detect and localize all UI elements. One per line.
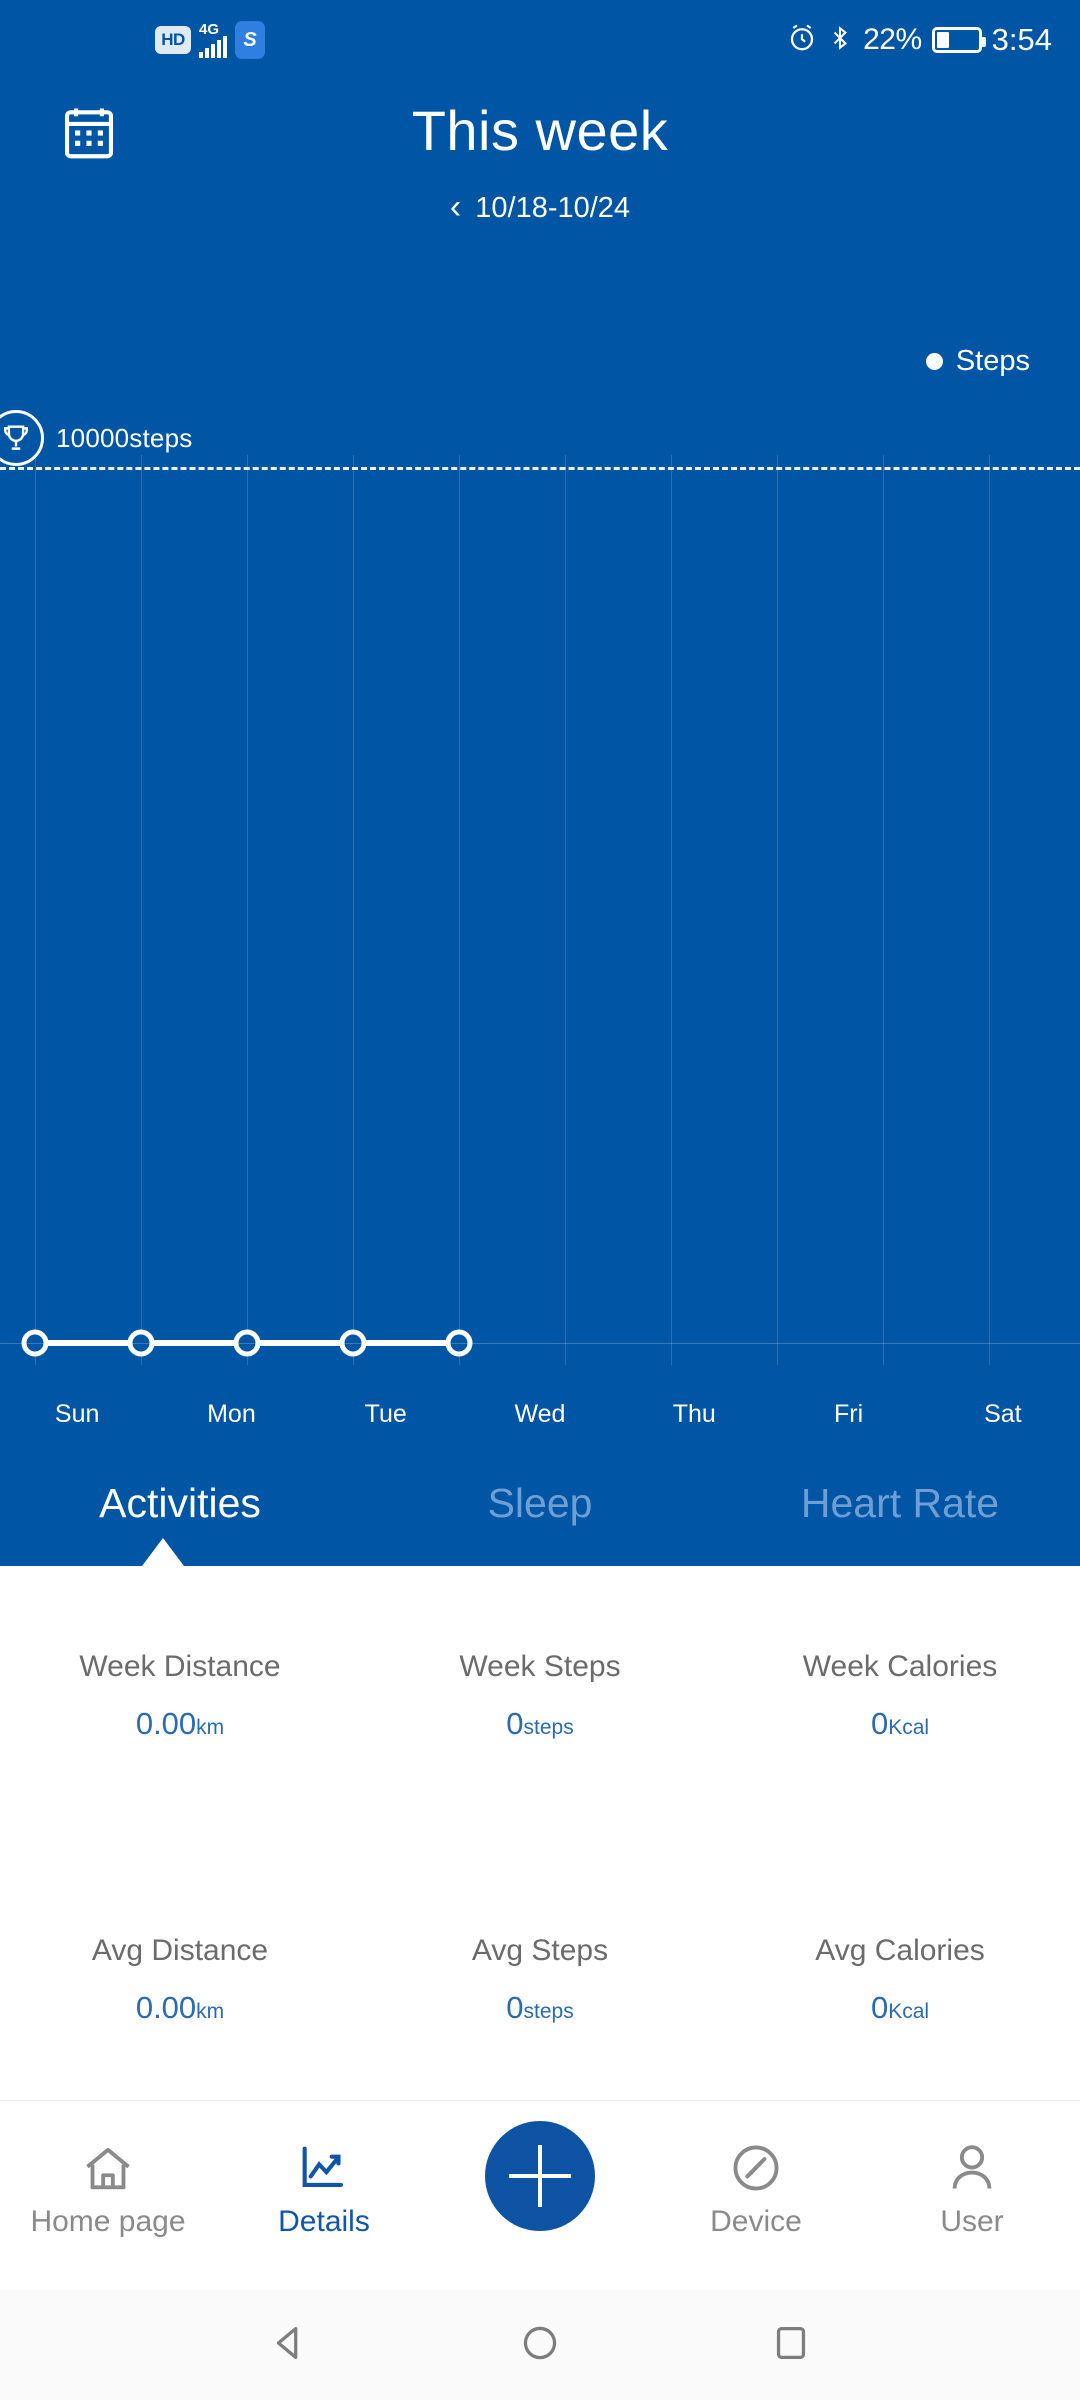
tab-sleep[interactable]: Sleep	[360, 1480, 720, 1527]
person-icon	[943, 2137, 1001, 2199]
stat-unit: km	[196, 1716, 225, 1739]
page-title: This week	[411, 99, 669, 162]
battery-percent-label: 22%	[863, 23, 922, 56]
active-tab-indicator	[142, 1538, 184, 1566]
chart-line-icon	[295, 2137, 353, 2199]
stat-value: 0.00km	[0, 1990, 360, 2026]
stat-label: Week Distance	[79, 1650, 281, 1683]
sim-icon: S	[235, 21, 265, 59]
stat-number: 0.00	[135, 1706, 197, 1741]
clock-label: 3:54	[991, 22, 1052, 57]
stat-number: 0	[506, 1990, 524, 2025]
stat-label: Avg Distance	[91, 1934, 269, 1967]
signal-bars-icon	[199, 36, 227, 58]
back-triangle-icon[interactable]	[266, 2320, 312, 2371]
stat-week-distance: Week Distance 0.00km	[0, 1650, 360, 1742]
stats-row-week: Week Distance 0.00km Week Steps 0steps W…	[0, 1650, 1080, 1742]
chart-baseline	[0, 1343, 1080, 1344]
signal-group: 4G	[199, 22, 227, 58]
x-label: Sun	[54, 1400, 100, 1428]
stat-week-calories: Week Calories 0Kcal	[720, 1650, 1080, 1742]
stat-unit: Kcal	[888, 2000, 930, 2023]
chart-legend: Steps	[925, 345, 1030, 378]
x-label: Fri	[833, 1400, 864, 1428]
nav-label: Home page	[30, 2205, 186, 2238]
status-bar: HD 4G S 22% 3:54	[0, 0, 1080, 80]
stats-row-avg: Avg Distance 0.00km Avg Steps 0steps Avg…	[0, 1934, 1080, 2026]
stat-label: Week Steps	[459, 1650, 621, 1683]
x-label: Tue	[364, 1400, 407, 1428]
tab-activities[interactable]: Activities	[0, 1480, 360, 1527]
app-screen: HD 4G S 22% 3:54 This week ‹ 10/18-10/24…	[0, 0, 1080, 2400]
nav-item-home-page[interactable]: Home page	[0, 2101, 216, 2237]
legend-dot-steps	[925, 353, 943, 370]
recents-square-icon[interactable]	[768, 2320, 814, 2371]
hd-icon: HD	[155, 26, 191, 54]
stats-panel: Week Distance 0.00km Week Steps 0steps W…	[0, 1566, 1080, 2100]
android-system-nav	[0, 2290, 1080, 2400]
network-type-indicator: 4G	[199, 22, 227, 58]
stat-week-steps: Week Steps 0steps	[360, 1650, 720, 1742]
date-range-selector[interactable]: ‹ 10/18-10/24	[0, 190, 1080, 225]
stat-unit: steps	[523, 1716, 574, 1739]
stat-avg-steps: Avg Steps 0steps	[360, 1934, 720, 2026]
alarm-icon	[787, 23, 817, 58]
stat-number: 0	[506, 1706, 524, 1741]
nav-item-user[interactable]: User	[864, 2101, 1080, 2237]
tab-heart-rate[interactable]: Heart Rate	[720, 1480, 1080, 1527]
nav-item-device[interactable]: Device	[648, 2101, 864, 2237]
stat-number: 0	[870, 1706, 889, 1741]
stat-unit: km	[196, 2000, 225, 2023]
stat-value: 0Kcal	[720, 1990, 1080, 2026]
stat-label: Week Calories	[802, 1650, 998, 1683]
nav-label: Device	[710, 2205, 802, 2238]
bottom-navigation: Home page Details Device User	[0, 2100, 1080, 2290]
home-icon	[79, 2137, 137, 2199]
nav-label: User	[940, 2205, 1004, 2238]
plus-icon	[509, 2145, 571, 2207]
x-label: Thu	[672, 1400, 716, 1428]
add-record-fab[interactable]	[485, 2121, 595, 2231]
stat-label: Avg Calories	[815, 1934, 985, 1967]
status-bar-left: HD 4G S	[155, 21, 265, 59]
x-label: Mon	[207, 1400, 256, 1428]
stat-label: Avg Steps	[471, 1934, 609, 1967]
compass-icon	[727, 2137, 785, 2199]
stat-unit: steps	[523, 2000, 574, 2023]
battery-icon	[931, 27, 986, 53]
legend-label-steps: Steps	[955, 345, 1030, 377]
stat-avg-distance: Avg Distance 0.00km	[0, 1934, 360, 2026]
nav-label: Details	[278, 2205, 370, 2238]
stat-value: 0steps	[360, 1990, 720, 2026]
x-label: Wed	[514, 1400, 566, 1428]
stat-avg-calories: Avg Calories 0Kcal	[720, 1934, 1080, 2026]
date-range-label: 10/18-10/24	[475, 192, 631, 224]
bluetooth-icon	[827, 22, 853, 59]
stat-number: 0	[870, 1990, 889, 2025]
steps-series	[21, 1329, 473, 1357]
home-circle-icon[interactable]	[517, 2320, 563, 2371]
x-label: Sat	[984, 1400, 1022, 1428]
prev-week-chevron-icon[interactable]: ‹	[450, 190, 461, 224]
stat-number: 0.00	[135, 1990, 197, 2025]
status-bar-right: 22% 3:54	[787, 22, 1052, 59]
stat-value: 0.00km	[0, 1706, 360, 1742]
network-type-label: 4G	[199, 21, 220, 38]
stat-value: 0steps	[360, 1706, 720, 1742]
nav-item-details[interactable]: Details	[216, 2101, 432, 2237]
stat-unit: Kcal	[888, 1716, 930, 1739]
stat-value: 0Kcal	[720, 1706, 1080, 1742]
chart-x-axis-labels: Sun Mon Tue Wed Thu Fri Sat	[0, 1400, 1080, 1429]
